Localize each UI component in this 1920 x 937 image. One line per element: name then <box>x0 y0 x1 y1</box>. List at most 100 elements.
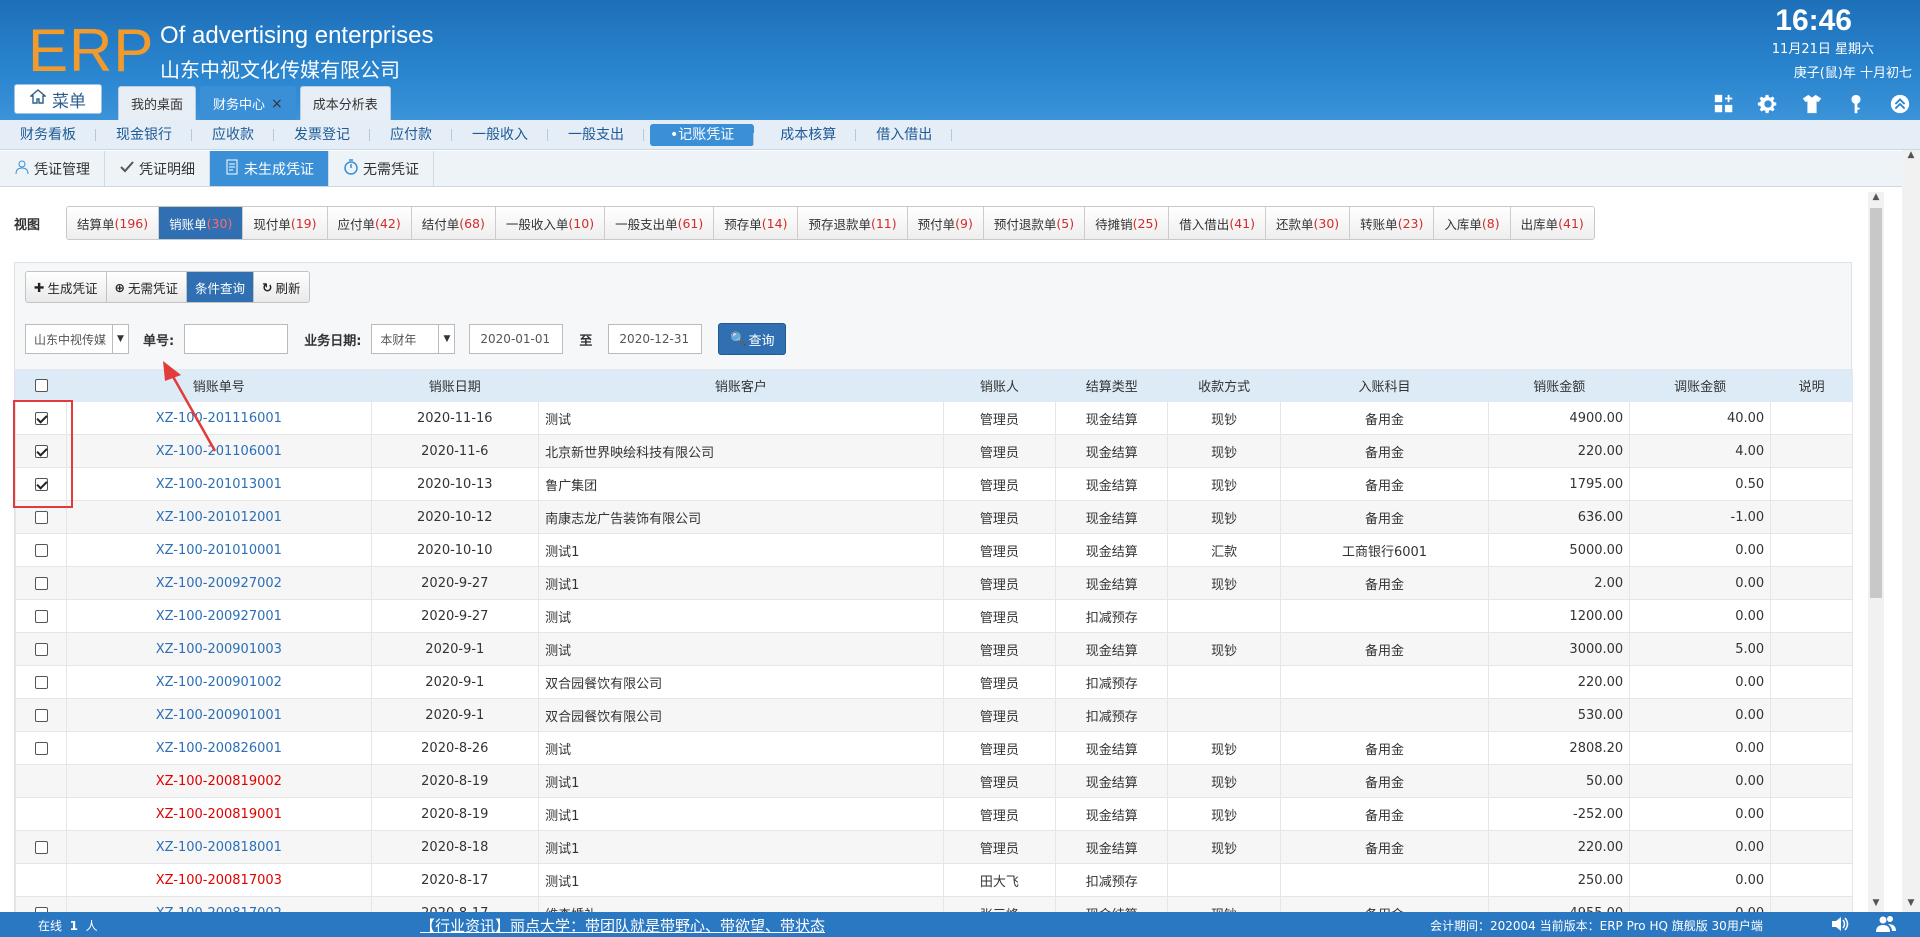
table-row[interactable]: XZ-100-201106001 2020-11-6 北京新世界映绘科技有限公司 管理… <box>14 434 1853 468</box>
users-icon[interactable] <box>1876 914 1896 934</box>
row-select-cell[interactable] <box>14 599 68 633</box>
view-tab-2[interactable]: 现付单 (19) <box>243 207 328 239</box>
no-voucher-button[interactable]: ⊕ 无需凭证 <box>106 272 187 302</box>
view-tab-1[interactable]: 销账单 (30) <box>159 207 244 239</box>
shirt-icon[interactable] <box>1800 92 1824 116</box>
doc-number-link[interactable]: XZ-100-201013001 <box>66 467 372 501</box>
row-select-cell[interactable] <box>14 830 68 864</box>
row-select-cell[interactable] <box>14 698 68 732</box>
scroll-thumb[interactable] <box>1870 208 1882 598</box>
view-tab-16[interactable]: 出库单 (41) <box>1510 207 1594 239</box>
row-select-cell[interactable] <box>14 665 68 699</box>
doc-number-link[interactable]: XZ-100-200901003 <box>66 632 372 666</box>
doc-number-link[interactable]: XZ-100-200927001 <box>66 599 372 633</box>
view-tab-13[interactable]: 还款单 (30) <box>1265 207 1351 239</box>
nav-item-0[interactable]: 财务看板 <box>0 120 96 150</box>
page-scrollbar[interactable]: ▲ ▼ <box>1902 150 1920 912</box>
tab-1[interactable]: 财务中心 × <box>200 86 296 120</box>
table-row[interactable]: XZ-100-200819001 2020-8-19 测试1 管理员 现金结算 现钞 备用金… <box>14 797 1853 831</box>
doc-number-link[interactable]: XZ-100-200901001 <box>66 698 372 732</box>
view-tab-14[interactable]: 转账单 (23) <box>1350 207 1435 239</box>
doc-number-link[interactable]: XZ-100-200819001 <box>66 797 372 831</box>
doc-number-link[interactable]: XZ-100-200819002 <box>66 764 372 798</box>
select-all-cell[interactable] <box>14 369 68 402</box>
row-checkbox[interactable] <box>34 543 48 557</box>
row-checkbox[interactable] <box>34 576 48 590</box>
subnav-item-1[interactable]: 凭证明细 <box>105 151 210 186</box>
table-row[interactable]: XZ-100-201010001 2020-10-10 测试1 管理员 现金结算 汇款 工商… <box>14 533 1853 567</box>
nav-item-6[interactable]: 一般支出 <box>548 120 644 150</box>
company-select[interactable]: 山东中视传媒 ▼ <box>25 324 129 354</box>
view-tab-11[interactable]: 待摊销 (25) <box>1085 207 1170 239</box>
table-row[interactable]: XZ-100-200927002 2020-9-27 测试1 管理员 现金结算 现钞 备用金… <box>14 566 1853 600</box>
query-button[interactable]: 🔍 查询 <box>718 323 787 355</box>
row-select-cell[interactable] <box>14 632 68 666</box>
speaker-icon[interactable] <box>1830 914 1850 934</box>
nav-item-3[interactable]: 发票登记 <box>274 120 370 150</box>
table-row[interactable]: XZ-100-200901003 2020-9-1 测试 管理员 现金结算 现钞 备用金 30… <box>14 632 1853 666</box>
view-tab-4[interactable]: 结付单 (68) <box>411 207 496 239</box>
view-tab-12[interactable]: 借入借出 (41) <box>1169 207 1266 239</box>
table-scrollbar[interactable]: ▲ ▼ <box>1868 192 1884 912</box>
condition-query-button[interactable]: 条件查询 <box>187 272 255 302</box>
doc-number-link[interactable]: XZ-100-200818001 <box>66 830 372 864</box>
gear-icon[interactable] <box>1756 92 1780 116</box>
row-checkbox[interactable] <box>34 609 48 623</box>
key-icon[interactable] <box>1844 92 1868 116</box>
scroll-up-icon[interactable]: ▲ <box>1902 150 1920 164</box>
row-select-cell[interactable] <box>14 533 68 567</box>
table-row[interactable]: XZ-100-200901002 2020-9-1 双合园餐饮有限公司 管理员 扣减预存… <box>14 665 1853 699</box>
table-row[interactable]: XZ-100-200901001 2020-9-1 双合园餐饮有限公司 管理员 扣减预存… <box>14 698 1853 732</box>
row-checkbox[interactable] <box>34 840 48 854</box>
row-select-cell[interactable] <box>14 566 68 600</box>
menu-button[interactable]: 菜单 <box>14 84 102 114</box>
nav-item-5[interactable]: 一般收入 <box>452 120 548 150</box>
nav-item-9[interactable]: 借入借出 <box>856 120 953 150</box>
view-tab-9[interactable]: 预付单 (9) <box>907 207 984 239</box>
subnav-item-0[interactable]: 凭证管理 <box>0 151 105 186</box>
row-checkbox[interactable] <box>34 708 48 722</box>
view-tab-3[interactable]: 应付单 (42) <box>327 207 412 239</box>
table-row[interactable]: XZ-100-201116001 2020-11-16 测试 管理员 现金结算 现钞 备用金… <box>14 401 1853 435</box>
table-row[interactable]: XZ-100-201012001 2020-10-12 南康志龙广告装饰有限公司 管理… <box>14 500 1853 534</box>
subnav-item-3[interactable]: 无需凭证 <box>329 151 434 186</box>
view-tab-8[interactable]: 预存退款单 (11) <box>798 207 908 239</box>
docno-input[interactable] <box>184 324 289 354</box>
view-tab-7[interactable]: 预存单 (14) <box>714 207 799 239</box>
nav-item-4[interactable]: 应付款 <box>370 120 452 150</box>
doc-number-link[interactable]: XZ-100-200826001 <box>66 731 372 765</box>
row-checkbox[interactable] <box>34 642 48 656</box>
view-tab-5[interactable]: 一般收入单 (10) <box>495 207 606 239</box>
table-row[interactable]: XZ-100-200817003 2020-8-17 测试1 田大飞 扣减预存 250.0… <box>14 863 1853 897</box>
doc-number-link[interactable]: XZ-100-200817003 <box>66 863 372 897</box>
select-all-checkbox[interactable] <box>34 379 48 392</box>
scroll-down-icon[interactable]: ▼ <box>1868 898 1884 912</box>
table-row[interactable]: XZ-100-200826001 2020-8-26 测试 管理员 现金结算 现钞 备用金 2… <box>14 731 1853 765</box>
generate-voucher-button[interactable]: ✚ 生成凭证 <box>26 272 107 302</box>
table-row[interactable]: XZ-100-200927001 2020-9-27 测试 管理员 扣减预存 1200.0… <box>14 599 1853 633</box>
scroll-up-icon[interactable]: ▲ <box>1868 192 1884 206</box>
date-from-input[interactable]: 2020-01-01 <box>469 324 564 354</box>
doc-number-link[interactable]: XZ-100-201010001 <box>66 533 372 567</box>
row-select-cell[interactable] <box>14 896 68 912</box>
view-tab-0[interactable]: 结算单 (196) <box>67 207 160 239</box>
nav-item-1[interactable]: 现金银行 <box>96 120 192 150</box>
subnav-item-2[interactable]: 未生成凭证 <box>210 151 329 186</box>
doc-number-link[interactable]: XZ-100-200927002 <box>66 566 372 600</box>
view-tab-15[interactable]: 入库单 (8) <box>1434 207 1511 239</box>
row-checkbox[interactable] <box>34 510 48 524</box>
add-widget-icon[interactable] <box>1712 92 1736 116</box>
view-tab-10[interactable]: 预付退款单 (5) <box>983 207 1086 239</box>
doc-number-link[interactable]: XZ-100-200901002 <box>66 665 372 699</box>
doc-number-link[interactable]: XZ-100-201012001 <box>66 500 372 534</box>
nav-item-8[interactable]: 成本核算 <box>760 120 857 150</box>
nav-item-2[interactable]: 应收款 <box>192 120 274 150</box>
table-row[interactable]: XZ-100-200818001 2020-8-18 测试1 管理员 现金结算 现钞 备用金… <box>14 830 1853 864</box>
row-checkbox[interactable] <box>34 675 48 689</box>
table-row[interactable]: XZ-100-200819002 2020-8-19 测试1 管理员 现金结算 现钞 备用金… <box>14 764 1853 798</box>
collapse-up-icon[interactable] <box>1888 92 1912 116</box>
tab-0[interactable]: 我的桌面 <box>118 86 197 120</box>
tab-2[interactable]: 成本分析表 <box>299 86 391 120</box>
close-icon[interactable]: × <box>271 96 283 112</box>
row-select-cell[interactable] <box>14 731 68 765</box>
